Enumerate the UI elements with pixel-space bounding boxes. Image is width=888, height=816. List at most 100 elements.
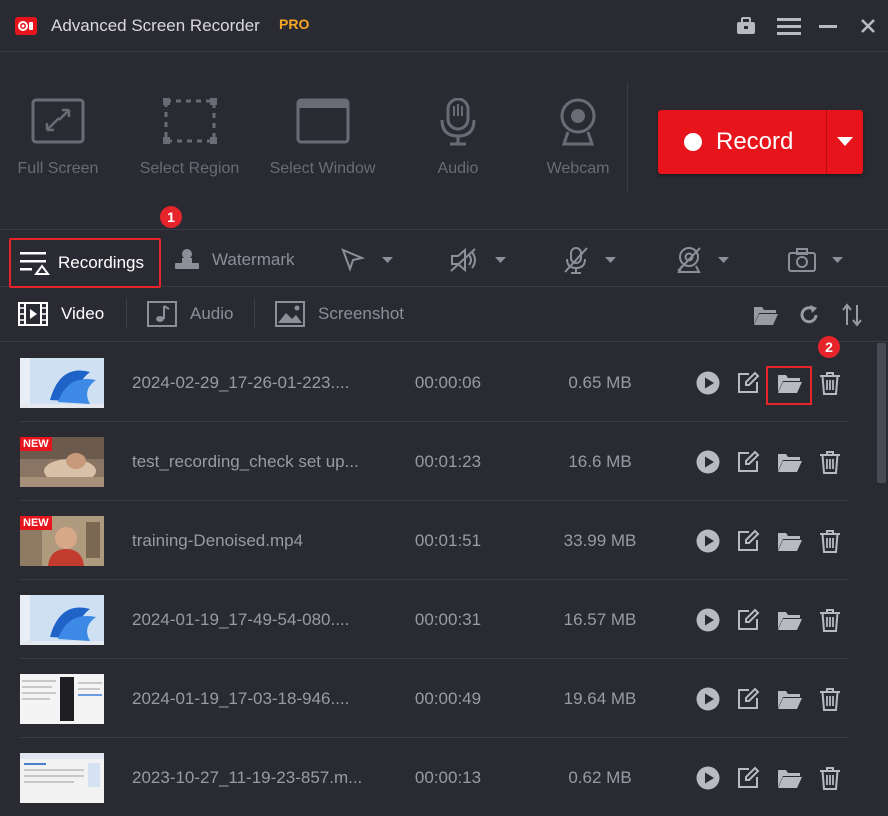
delete-button[interactable] bbox=[817, 370, 843, 396]
play-icon bbox=[696, 608, 720, 632]
toolbar-divider bbox=[627, 82, 628, 192]
select-window-button[interactable]: Select Window bbox=[260, 98, 385, 202]
watermark-button[interactable]: Watermark bbox=[174, 245, 295, 275]
play-icon bbox=[696, 687, 720, 711]
webcam-label: Webcam bbox=[546, 160, 610, 177]
play-button[interactable] bbox=[695, 765, 721, 791]
recording-thumbnail[interactable] bbox=[20, 595, 104, 645]
delete-button[interactable] bbox=[817, 528, 843, 554]
trash-icon bbox=[820, 609, 840, 632]
cursor-dropdown[interactable] bbox=[340, 245, 393, 275]
camera-icon bbox=[788, 248, 816, 272]
tab-screenshot-label: Screenshot bbox=[318, 304, 404, 323]
edit-button[interactable] bbox=[735, 607, 761, 633]
folder-open-icon bbox=[778, 533, 802, 551]
recording-thumbnail[interactable]: NEW bbox=[20, 437, 104, 487]
recording-size: 0.65 MB bbox=[568, 373, 632, 392]
edit-button[interactable] bbox=[735, 765, 761, 791]
new-badge: NEW bbox=[20, 516, 52, 530]
recording-row[interactable]: 2024-01-19_17-49-54-080.... 00:00:31 16.… bbox=[20, 580, 848, 659]
open-folder-button[interactable] bbox=[777, 449, 803, 475]
full-screen-button[interactable]: Full Screen bbox=[8, 98, 108, 202]
pro-badge: PRO bbox=[279, 16, 310, 32]
close-icon[interactable] bbox=[854, 12, 882, 40]
play-icon bbox=[696, 766, 720, 790]
trash-icon bbox=[820, 530, 840, 553]
sort-icon[interactable] bbox=[839, 302, 865, 328]
screenshot-dropdown[interactable] bbox=[788, 245, 843, 275]
select-window-icon bbox=[296, 98, 349, 144]
recording-filename: 2023-10-27_11-19-23-857.m... bbox=[132, 768, 363, 787]
scroll-thumb[interactable] bbox=[877, 343, 886, 483]
open-folder-icon[interactable] bbox=[753, 302, 779, 328]
open-folder-button[interactable] bbox=[777, 765, 803, 791]
delete-button[interactable] bbox=[817, 686, 843, 712]
tab-video[interactable]: Video bbox=[18, 300, 104, 328]
webcam-button[interactable]: Webcam bbox=[538, 98, 618, 202]
recording-size: 0.62 MB bbox=[568, 768, 632, 787]
trash-icon bbox=[820, 372, 840, 395]
system-audio-dropdown[interactable] bbox=[449, 245, 506, 275]
recording-thumbnail[interactable] bbox=[20, 674, 104, 724]
feature-bar: Recordings Watermark bbox=[0, 231, 888, 288]
full-screen-label: Full Screen bbox=[17, 160, 99, 177]
refresh-icon[interactable] bbox=[796, 302, 822, 328]
play-button[interactable] bbox=[695, 607, 721, 633]
play-button[interactable] bbox=[695, 370, 721, 396]
toolbox-icon[interactable] bbox=[732, 12, 760, 40]
delete-button[interactable] bbox=[817, 449, 843, 475]
recording-thumbnail[interactable] bbox=[20, 358, 104, 408]
menu-icon[interactable] bbox=[775, 12, 803, 40]
recording-row[interactable]: 2024-02-29_17-26-01-223.... 00:00:06 0.6… bbox=[20, 343, 848, 422]
tab-audio[interactable]: Audio bbox=[147, 300, 233, 328]
play-button[interactable] bbox=[695, 528, 721, 554]
webcam-icon bbox=[560, 98, 596, 146]
chevron-down-icon bbox=[832, 256, 843, 263]
recording-row[interactable]: 2024-01-19_17-03-18-946.... 00:00:49 19.… bbox=[20, 659, 848, 738]
edit-button[interactable] bbox=[735, 686, 761, 712]
recording-row[interactable]: NEW test_recording_check set up... 00:01… bbox=[20, 422, 848, 501]
edit-icon bbox=[738, 608, 760, 630]
record-button[interactable]: Record bbox=[658, 110, 863, 174]
edit-button[interactable] bbox=[735, 449, 761, 475]
edit-button[interactable] bbox=[735, 528, 761, 554]
webcam-dropdown[interactable] bbox=[676, 245, 729, 275]
speaker-muted-icon bbox=[450, 247, 476, 273]
record-dot-icon bbox=[684, 133, 702, 151]
scrollbar[interactable] bbox=[875, 343, 888, 816]
edit-icon bbox=[738, 687, 760, 709]
recording-thumbnail[interactable] bbox=[20, 753, 104, 803]
delete-button[interactable] bbox=[817, 607, 843, 633]
step-2-badge: 2 bbox=[818, 336, 840, 358]
tab-screenshot[interactable]: Screenshot bbox=[275, 300, 404, 328]
recording-duration: 00:00:13 bbox=[414, 768, 482, 787]
media-tabs-bar: Video Audio Screenshot bbox=[0, 288, 888, 342]
highlight-box bbox=[766, 366, 812, 405]
microphone-dropdown[interactable] bbox=[563, 245, 616, 275]
full-screen-icon bbox=[31, 98, 85, 144]
folder-open-icon bbox=[778, 770, 802, 788]
edit-icon bbox=[738, 766, 760, 788]
audio-button[interactable]: Audio bbox=[418, 98, 498, 202]
recording-filename: training-Denoised.mp4 bbox=[132, 531, 304, 550]
new-badge: NEW bbox=[20, 437, 52, 451]
tab-audio-label: Audio bbox=[190, 304, 234, 323]
play-button[interactable] bbox=[695, 449, 721, 475]
recordings-tab[interactable]: Recordings bbox=[9, 238, 161, 288]
record-options-dropdown[interactable] bbox=[827, 110, 863, 174]
recording-row[interactable]: NEW training-Denoised.mp4 00:01:51 33.99… bbox=[20, 501, 848, 580]
open-folder-button[interactable] bbox=[777, 528, 803, 554]
open-folder-button[interactable] bbox=[777, 686, 803, 712]
record-label: Record bbox=[716, 128, 794, 155]
music-note-icon bbox=[147, 301, 177, 327]
recording-thumbnail[interactable]: NEW bbox=[20, 516, 104, 566]
recording-row[interactable]: 2023-10-27_11-19-23-857.m... 00:00:13 0.… bbox=[20, 738, 848, 816]
app-logo-icon bbox=[14, 14, 38, 38]
microphone-muted-icon bbox=[564, 247, 588, 274]
minimize-icon[interactable] bbox=[814, 12, 842, 40]
select-region-button[interactable]: Select Region bbox=[132, 98, 247, 202]
delete-button[interactable] bbox=[817, 765, 843, 791]
open-folder-button[interactable] bbox=[777, 607, 803, 633]
edit-button[interactable] bbox=[735, 370, 761, 396]
play-button[interactable] bbox=[695, 686, 721, 712]
